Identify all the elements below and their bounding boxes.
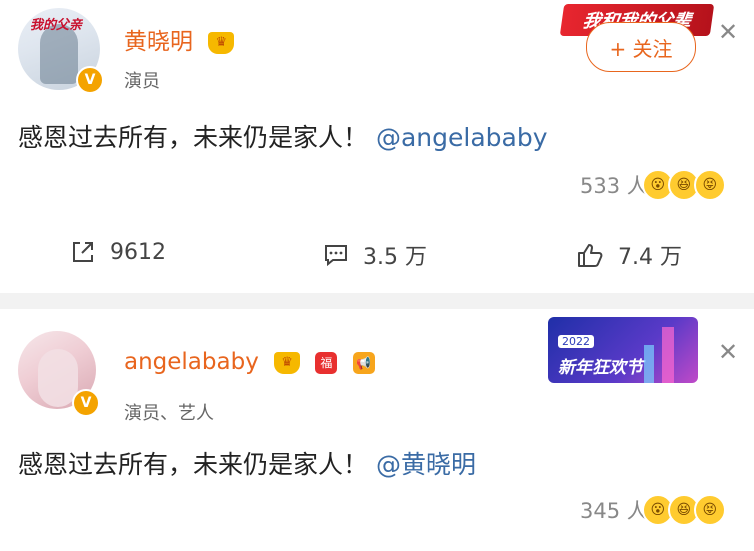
- avatar-photo: [40, 24, 78, 84]
- reactions-summary[interactable]: 345 人 😮 😆 😝: [580, 494, 726, 526]
- post-text: 感恩过去所有，未来仍是家人！: [18, 123, 369, 152]
- city-tower-graphic: [644, 345, 654, 383]
- mention-link[interactable]: @angelababy: [376, 123, 548, 152]
- share-icon: [73, 242, 93, 262]
- weibo-post-1: 我的父亲 V 黄晓明 ♛ 演员 我和我的父辈 + 关注 ✕ 感恩过去所有，未来仍…: [0, 0, 754, 293]
- festival-title: 新年狂欢节: [558, 358, 643, 378]
- like-button[interactable]: 7.4 万: [576, 239, 682, 271]
- comment-button[interactable]: 3.5 万: [323, 239, 427, 271]
- reactions-count: 533 人: [580, 174, 648, 198]
- reactions-count: 345 人: [580, 499, 648, 523]
- comment-icon: [325, 245, 347, 267]
- post-content: 感恩过去所有，未来仍是家人！ @黄晓明: [18, 445, 476, 481]
- share-count: 9612: [110, 239, 166, 265]
- user-role: 演员、艺人: [124, 403, 214, 424]
- follow-button[interactable]: + 关注: [586, 22, 696, 72]
- emoji-laugh-icon: 😝: [693, 169, 726, 201]
- festival-year: 2022: [558, 335, 594, 348]
- like-icon: [578, 244, 603, 267]
- user-role: 演员: [124, 71, 160, 92]
- weibo-post-2: V angelababy ♛ 福 📢 演员、艺人 2022 新年狂欢节 感恩过去…: [0, 309, 754, 551]
- username-label[interactable]: 黄晓明: [124, 29, 193, 55]
- share-button[interactable]: 9612: [70, 239, 166, 265]
- verified-icon: V: [76, 66, 104, 94]
- like-count: 7.4 万: [618, 245, 682, 270]
- post-text: 感恩过去所有，未来仍是家人！: [18, 450, 369, 479]
- crown-icon: ♛: [208, 31, 235, 54]
- crown-icon: ♛: [274, 351, 301, 374]
- verified-icon: V: [72, 389, 100, 417]
- festival-badge[interactable]: 2022 新年狂欢节: [548, 317, 698, 383]
- post-content: 感恩过去所有，未来仍是家人！ @angelababy: [18, 118, 548, 154]
- username-label[interactable]: angelababy: [124, 349, 259, 375]
- reactions-summary[interactable]: 533 人 😮 😆 😝: [580, 169, 726, 201]
- close-icon[interactable]: ✕: [718, 18, 738, 46]
- username[interactable]: angelababy ♛ 福 📢: [124, 349, 375, 375]
- city-tower-graphic: [662, 327, 674, 383]
- close-icon[interactable]: ✕: [718, 338, 738, 366]
- username[interactable]: 黄晓明 ♛: [124, 22, 235, 56]
- red-packet-icon: 福: [315, 351, 338, 374]
- mention-link[interactable]: @黄晓明: [376, 450, 476, 479]
- emoji-laugh-icon: 😝: [693, 494, 726, 526]
- avatar-caption: 我的父亲: [30, 18, 83, 33]
- megaphone-icon: 📢: [352, 351, 375, 374]
- comment-count: 3.5 万: [363, 245, 427, 270]
